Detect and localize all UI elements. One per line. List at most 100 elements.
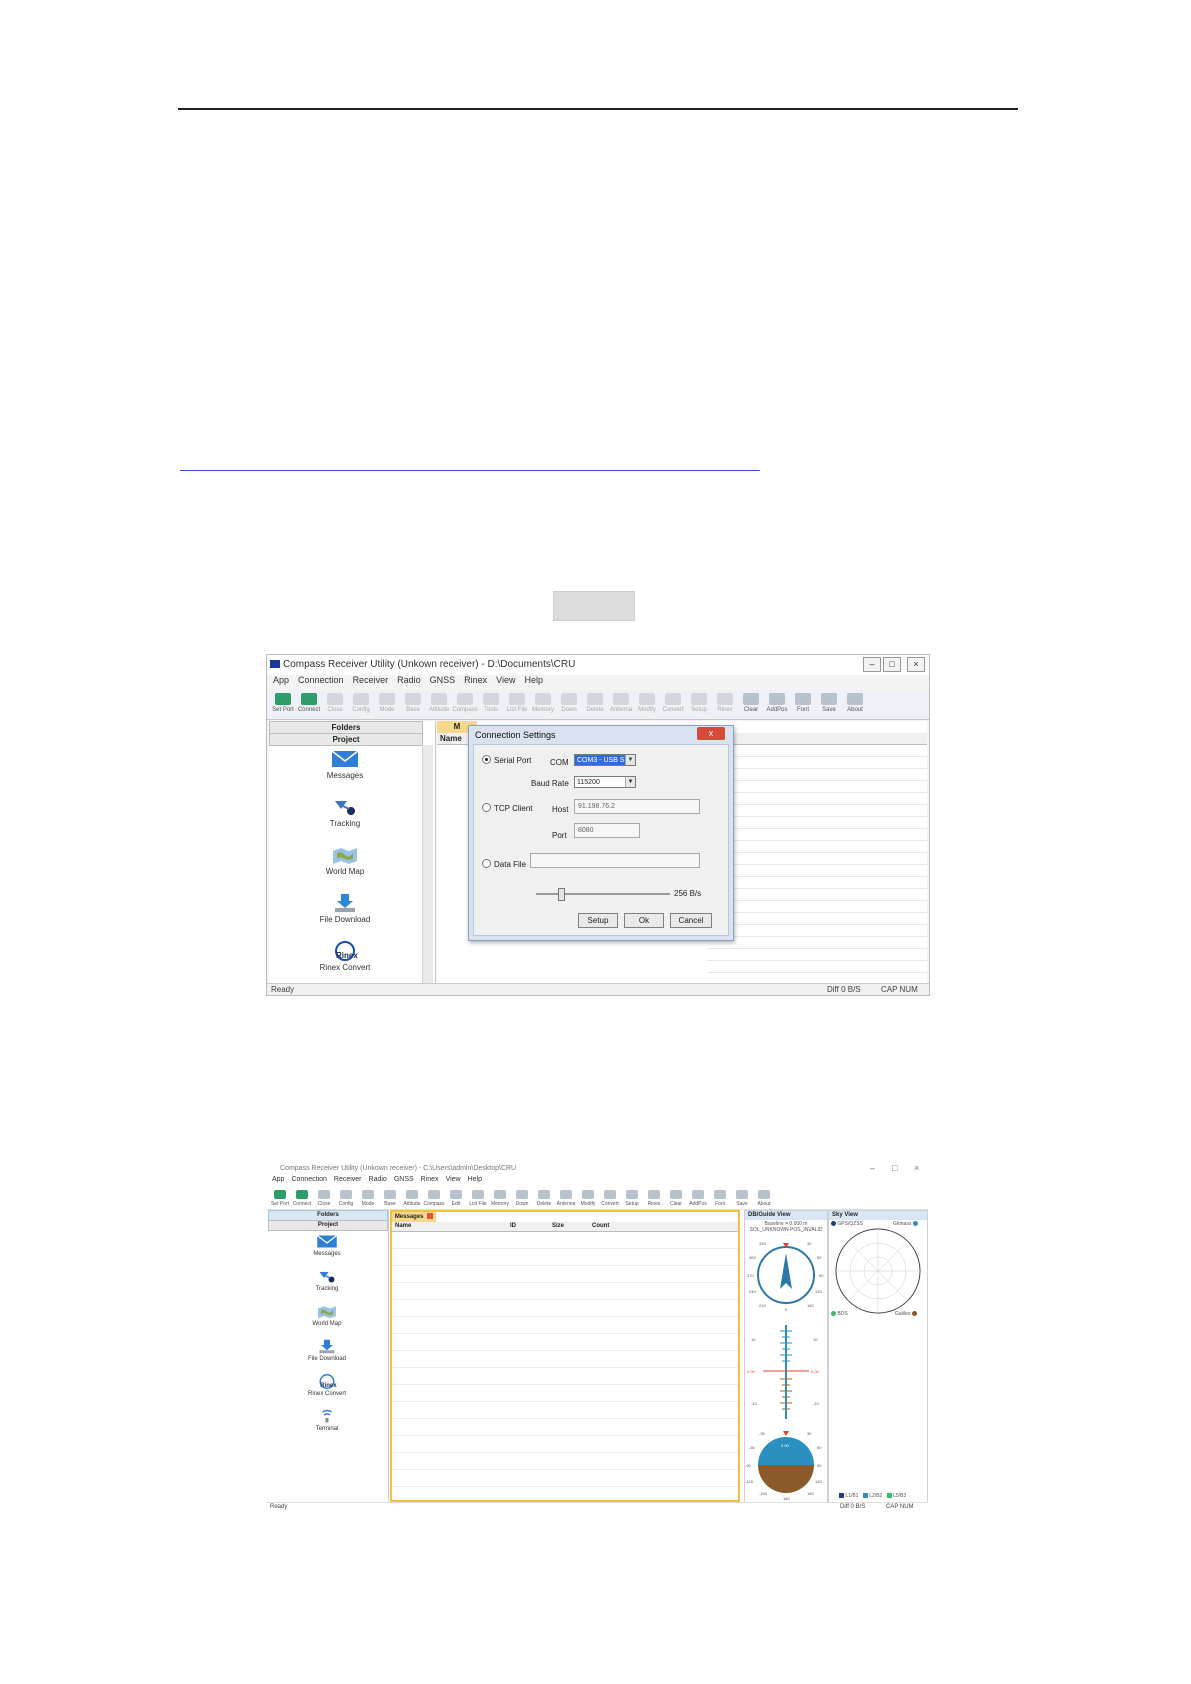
nav-item-world-map[interactable]: World Map xyxy=(268,1304,386,1327)
toolbar-button-delete[interactable]: Delete xyxy=(583,690,607,718)
setup-button[interactable]: Setup xyxy=(578,913,618,928)
nav-item-messages[interactable]: Messages xyxy=(269,749,421,780)
setup-icon xyxy=(691,693,707,705)
toolbar-button-addpos[interactable]: AddPos xyxy=(765,690,789,718)
column-size[interactable]: Size xyxy=(552,1223,564,1229)
column-name[interactable]: Name xyxy=(395,1223,411,1229)
scrollbar[interactable] xyxy=(422,745,433,985)
toolbar-button-compass[interactable]: Compass xyxy=(452,690,478,718)
toolbar-button-modify[interactable]: Modify xyxy=(578,1188,598,1210)
toolbar-button-memory[interactable]: Memory xyxy=(531,690,555,718)
toolbar-button-setup[interactable]: Setup xyxy=(687,690,711,718)
menu-item-view[interactable]: View xyxy=(496,675,515,689)
project-tab[interactable]: Project xyxy=(269,733,423,746)
serial-port-radio[interactable]: Serial Port xyxy=(482,755,531,765)
nav-item-rinex-convert[interactable]: Rinex Rinex Convert xyxy=(269,941,421,972)
toolbar-button-memory[interactable]: Memory xyxy=(490,1188,510,1210)
gray-button[interactable] xyxy=(553,591,635,621)
toolbar-button-about[interactable]: About xyxy=(843,690,867,718)
toolbar-button-font[interactable]: Font xyxy=(791,690,815,718)
rate-slider-track[interactable] xyxy=(536,893,670,895)
menu-item-rinex[interactable]: Rinex xyxy=(464,675,487,689)
minimize-icon[interactable]: – xyxy=(870,1163,875,1173)
toolbar-button-down[interactable]: Down xyxy=(557,690,581,718)
menu-item-app[interactable]: App xyxy=(273,675,289,689)
maximize-icon[interactable]: □ xyxy=(892,1163,897,1173)
toolbar-button-addpos[interactable]: AddPos xyxy=(688,1188,708,1210)
toolbar-button-edit[interactable]: Edit xyxy=(446,1188,466,1210)
nav-item-world-map[interactable]: World Map xyxy=(269,845,421,876)
toolbar-button-clear[interactable]: Clear xyxy=(739,690,763,718)
toolbar-button-rinex[interactable]: Rinex xyxy=(713,690,737,718)
com-select[interactable]: COM3 - USB S ▼ xyxy=(574,754,636,766)
menu-item-help[interactable]: Help xyxy=(524,675,543,689)
toolbar-button-config[interactable]: Config xyxy=(349,690,373,718)
hyperlink-underline[interactable] xyxy=(180,470,760,471)
data-file-radio[interactable]: Data File xyxy=(482,859,526,869)
toolbar-button-set-port[interactable]: Set Port xyxy=(270,1188,290,1210)
tab-messages[interactable]: Messages xyxy=(392,1212,436,1222)
menu-item-radio[interactable]: Radio xyxy=(397,675,421,689)
toolbar-button-attitude[interactable]: Attitude xyxy=(427,690,451,718)
menu-item-receiver[interactable]: Receiver xyxy=(353,675,389,689)
toolbar-button-set-port[interactable]: Set Port xyxy=(271,690,295,718)
toolbar-button-connect[interactable]: Connect xyxy=(292,1188,312,1210)
tcp-client-radio[interactable]: TCP Client xyxy=(482,803,533,813)
column-count[interactable]: Count xyxy=(592,1223,609,1229)
toolbar-button-tools[interactable]: Tools xyxy=(479,690,503,718)
toolbar-button-attitude[interactable]: Attitude xyxy=(402,1188,422,1210)
menu-item-connection[interactable]: Connection xyxy=(298,675,344,689)
nav-item-messages[interactable]: Messages xyxy=(268,1234,386,1257)
close-icon[interactable]: × xyxy=(907,657,925,672)
nav-item-file-download[interactable]: File Download xyxy=(269,893,421,924)
nav-item-file-download[interactable]: File Download xyxy=(268,1339,386,1362)
toolbar-button-font[interactable]: Font xyxy=(710,1188,730,1210)
status-bar: Ready Diff 0 B/S CAP NUM xyxy=(266,1502,928,1512)
close-tab-icon[interactable] xyxy=(427,1213,434,1219)
close-icon[interactable]: × xyxy=(914,1163,919,1173)
dialog-close-button[interactable]: x xyxy=(697,727,725,740)
toolbar-button-list-file[interactable]: List File xyxy=(468,1188,488,1210)
toolbar-button-compass[interactable]: Compass xyxy=(423,1188,445,1210)
host-input[interactable]: 91.198.76.2 xyxy=(574,799,700,814)
toolbar-button-delete[interactable]: Delete xyxy=(534,1188,554,1210)
toolbar-button-convert[interactable]: Convert xyxy=(600,1188,620,1210)
toolbar-button-base[interactable]: Base xyxy=(401,690,425,718)
rate-slider-handle[interactable] xyxy=(558,888,565,901)
toolbar-button-antenna[interactable]: Antenna xyxy=(556,1188,576,1210)
nav-item-terminal[interactable]: Terminal xyxy=(268,1409,386,1432)
toolbar-button-mode[interactable]: Mode xyxy=(358,1188,378,1210)
ok-button[interactable]: Ok xyxy=(624,913,664,928)
project-tab[interactable]: Project xyxy=(268,1220,388,1231)
nav-item-tracking[interactable]: Tracking xyxy=(269,797,421,828)
toolbar-button-close[interactable]: Close xyxy=(314,1188,334,1210)
toolbar-button-list-file[interactable]: List File xyxy=(505,690,529,718)
toolbar-button-config[interactable]: Config xyxy=(336,1188,356,1210)
baud-rate-select[interactable]: 115200 ▼ xyxy=(574,776,636,788)
column-name[interactable]: Name xyxy=(440,734,462,743)
toolbar-button-close[interactable]: Close xyxy=(323,690,347,718)
toolbar-button-rinex[interactable]: Rinex xyxy=(644,1188,664,1210)
cancel-button[interactable]: Cancel xyxy=(670,913,712,928)
toolbar-button-clear[interactable]: Clear xyxy=(666,1188,686,1210)
toolbar-button-save[interactable]: Save xyxy=(732,1188,752,1210)
toolbar-button-base[interactable]: Base xyxy=(380,1188,400,1210)
toolbar-button-convert[interactable]: Convert xyxy=(661,690,685,718)
toolbar-button-modify[interactable]: Modify xyxy=(635,690,659,718)
toolbar-button-connect[interactable]: Connect xyxy=(297,690,321,718)
menu-item-gnss[interactable]: GNSS xyxy=(430,675,456,689)
data-file-input[interactable] xyxy=(530,853,700,868)
minimize-icon[interactable]: – xyxy=(863,657,881,672)
toolbar-button-setup[interactable]: Setup xyxy=(622,1188,642,1210)
toolbar-button-mode[interactable]: Mode xyxy=(375,690,399,718)
nav-item-rinex-convert[interactable]: Rinex Rinex Convert xyxy=(268,1374,386,1397)
toolbar-button-down[interactable]: Down xyxy=(512,1188,532,1210)
toolbar-button-antenna[interactable]: Antenna xyxy=(609,690,633,718)
maximize-icon[interactable]: □ xyxy=(883,657,901,672)
toolbar-button-about[interactable]: About xyxy=(754,1188,774,1210)
nav-item-tracking[interactable]: Tracking xyxy=(268,1269,386,1292)
port-input[interactable]: 8080 xyxy=(574,823,640,838)
column-id[interactable]: ID xyxy=(510,1223,516,1229)
toolbar-button-save[interactable]: Save xyxy=(817,690,841,718)
roll-tick: -150 xyxy=(759,1491,768,1496)
